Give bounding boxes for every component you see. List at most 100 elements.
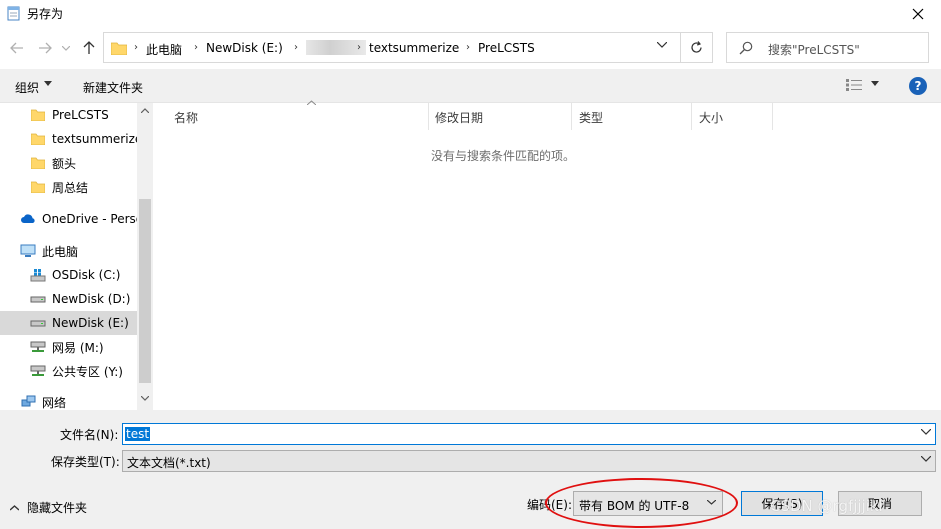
sidebar-item-label: 公共专区 (Y:) [52,364,123,379]
empty-message: 没有与搜索条件匹配的项。 [430,149,575,163]
arrow-right-icon [39,42,52,54]
search-box[interactable]: 搜索"PreLCSTS" [726,32,929,63]
chevron-down-icon[interactable] [921,429,931,435]
command-bar: 组织 新建文件夹 ? [0,69,941,103]
help-button[interactable]: ? [909,77,927,95]
recent-locations-button[interactable] [60,39,72,57]
search-icon [739,41,753,55]
caret-down-icon[interactable] [44,81,52,86]
folder-icon [30,107,46,123]
back-button[interactable] [8,39,26,57]
notepad-icon [7,6,20,21]
folder-icon [111,42,127,55]
hide-folders-toggle[interactable]: 隐藏文件夹 [10,499,87,516]
column-header-label: 大小 [699,111,724,125]
sidebar-item-label: 周总结 [52,180,89,195]
navigation-pane: PreLCSTS textsummerize 额头 周总结 OneDrive -… [0,103,153,410]
chevron-down-icon [707,500,716,505]
sort-ascending-icon [307,100,316,105]
sidebar-item-onedrive[interactable]: OneDrive - Perso [0,207,137,231]
encoding-label: 编码(E): [527,498,572,512]
breadcrumb-separator[interactable]: › [357,42,361,53]
encoding-select[interactable]: 带有 BOM 的 UTF-8 [573,491,723,516]
breadcrumb-prelcsts[interactable]: PreLCSTS [478,41,535,55]
arrow-up-icon [83,41,95,54]
sidebar-item-newdisk-e[interactable]: NewDisk (E:) [0,311,137,335]
drive-icon [30,291,46,307]
sidebar-item-label: PreLCSTS [52,108,109,122]
column-header-type[interactable]: 类型 [571,103,692,130]
refresh-button[interactable] [680,33,712,62]
caret-down-icon[interactable] [871,81,879,86]
sidebar-item-network[interactable]: 网络 [0,390,137,410]
column-header-size[interactable]: 大小 [691,103,773,130]
sidebar-item-label: textsummerize [52,132,137,146]
breadcrumb-newdisk-e[interactable]: NewDisk (E:) [206,41,283,55]
search-placeholder: 搜索"PreLCSTS" [768,43,860,57]
scroll-down-icon[interactable] [141,396,149,401]
sidebar-item-prelcsts[interactable]: PreLCSTS [0,103,137,127]
navigation-bar: › 此电脑 › NewDisk (E:) › › textsummerize ›… [0,30,941,66]
sidebar-item-label: 此电脑 [42,244,79,259]
column-header-name[interactable]: 名称 [166,100,429,130]
file-list[interactable]: 名称 修改日期 类型 大小 没有与搜索条件匹配的项。 [153,100,941,410]
sidebar-item-etou[interactable]: 额头 [0,151,137,175]
column-header-label: 类型 [579,111,604,125]
chevron-down-icon[interactable] [657,42,667,48]
filename-label: 文件名(N): [60,428,119,442]
new-folder-button[interactable]: 新建文件夹 [83,79,143,96]
sidebar-item-osdisk-c[interactable]: OSDisk (C:) [0,263,137,287]
forward-button[interactable] [36,39,54,57]
network-drive-icon [30,339,46,355]
view-options-icon[interactable] [846,79,862,91]
window-title: 另存为 [27,7,64,21]
sidebar-item-newdisk-d[interactable]: NewDisk (D:) [0,287,137,311]
chevron-down-icon [62,45,70,51]
column-header-label: 名称 [174,111,199,125]
breadcrumb-this-pc[interactable]: 此电脑 [146,41,182,58]
arrow-left-icon [10,42,23,54]
hide-folders-label: 隐藏文件夹 [27,501,88,515]
sidebar-item-this-pc[interactable]: 此电脑 [0,239,137,263]
sidebar-scrollbar[interactable] [137,103,153,410]
sidebar-item-label: 网易 (M:) [52,340,104,355]
sidebar-item-wangyi-m[interactable]: 网易 (M:) [0,335,137,359]
breadcrumb-separator[interactable]: › [466,42,470,53]
close-button[interactable] [895,0,941,27]
close-icon [912,8,924,19]
watermark: CSDN @rgfjjjikl [770,497,883,515]
column-header-label: 修改日期 [435,111,484,125]
onedrive-icon [20,211,36,227]
sidebar-item-label: OneDrive - Perso [42,212,137,226]
windows-drive-icon [30,267,46,283]
sidebar-item-label: 网络 [42,395,67,410]
sidebar-item-textsummerize[interactable]: textsummerize [0,127,137,151]
breadcrumb-separator[interactable]: › [194,42,198,53]
breadcrumb-separator[interactable]: › [134,42,138,53]
folder-icon [30,179,46,195]
address-bar[interactable]: › 此电脑 › NewDisk (E:) › › textsummerize ›… [103,32,713,63]
refresh-icon [691,41,702,53]
title-bar: 另存为 [0,0,941,27]
scrollbar-thumb[interactable] [139,199,151,383]
sidebar-item-weekly-summary[interactable]: 周总结 [0,175,137,199]
folder-icon [30,131,46,147]
chevron-up-icon [10,504,19,511]
organize-menu[interactable]: 组织 [15,79,39,96]
sidebar-item-public-y[interactable]: 公共专区 (Y:) [0,359,137,383]
column-header-modified[interactable]: 修改日期 [427,103,572,130]
drive-icon [30,315,46,331]
network-icon [20,394,36,410]
filename-input[interactable]: test [122,423,936,445]
folder-icon [30,155,46,171]
encoding-value: 带有 BOM 的 UTF-8 [579,499,690,513]
sidebar-item-label: OSDisk (C:) [52,268,121,282]
breadcrumb-textsummerize[interactable]: textsummerize [369,41,459,55]
up-button[interactable] [80,39,98,57]
breadcrumb-separator[interactable]: › [294,42,298,53]
filetype-value: 文本文档(*.txt) [127,456,211,470]
scroll-up-icon[interactable] [141,108,149,113]
network-drive-icon [30,363,46,379]
sidebar-item-label: NewDisk (D:) [52,292,131,306]
filetype-select[interactable]: 文本文档(*.txt) [122,450,936,472]
